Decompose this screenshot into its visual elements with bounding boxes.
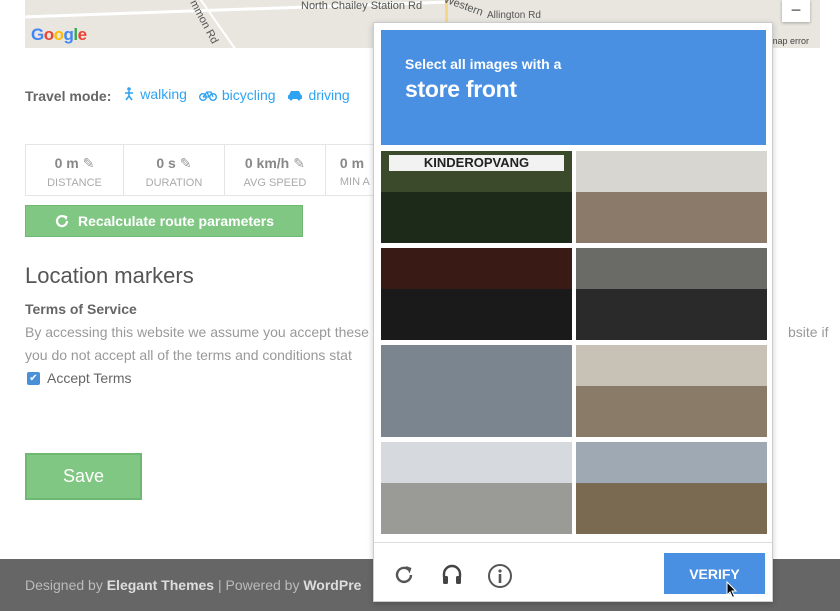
- captcha-tile-grey-wall[interactable]: [381, 345, 572, 437]
- terms-text-tail: bsite if: [788, 324, 829, 340]
- reload-icon[interactable]: [391, 563, 417, 589]
- recalculate-route-label: Recalculate route parameters: [77, 213, 275, 229]
- terms-text-line: By accessing this website we assume you …: [25, 324, 369, 340]
- stat-distance: 0 m ✎ DISTANCE: [26, 145, 124, 195]
- map-zoom-out-button[interactable]: −: [782, 0, 810, 22]
- save-button[interactable]: Save: [25, 453, 142, 500]
- travel-mode-label: Travel mode:: [25, 88, 112, 104]
- stat-duration: 0 s ✎ DURATION: [124, 145, 225, 195]
- tile-image-upper: [381, 345, 572, 387]
- footer-platform-link[interactable]: WordPre: [303, 577, 361, 593]
- travel-mode-walking[interactable]: walking: [123, 86, 187, 102]
- tile-shop-sign: KINDEROPVANG: [389, 155, 564, 171]
- tile-image-upper: [576, 442, 767, 484]
- google-logo: Google: [31, 25, 87, 44]
- stat-distance-label: DISTANCE: [47, 177, 102, 189]
- tile-image-lower: [576, 192, 767, 243]
- terms-title: Terms of Service: [25, 301, 137, 317]
- tile-image-lower: [576, 483, 767, 534]
- map-road-label: North Chailey Station Rd: [301, 0, 423, 12]
- map-error-link[interactable]: map error: [770, 36, 809, 46]
- stat-avg-speed-label: AVG SPEED: [243, 177, 307, 189]
- captcha-tile-supermat[interactable]: [576, 151, 767, 243]
- captcha-tile-house-brick[interactable]: [576, 345, 767, 437]
- captcha-tile-house-hills[interactable]: [576, 442, 767, 534]
- captcha-header: Select all images with a store front: [381, 30, 766, 145]
- edit-pencil-icon[interactable]: ✎: [180, 155, 192, 171]
- travel-mode-row: Travel mode: walking bicycling driving: [25, 86, 350, 104]
- stat-avg-speed-value: 0 km/h: [244, 155, 290, 171]
- travel-mode-driving[interactable]: driving: [287, 87, 350, 103]
- bicycle-icon: [198, 91, 217, 101]
- captcha-tile-caravan[interactable]: [381, 442, 572, 534]
- car-icon: [288, 91, 303, 101]
- recaptcha-challenge: Select all images with a store front VER…: [373, 22, 773, 602]
- travel-mode-bicycling[interactable]: bicycling: [198, 87, 276, 103]
- map-road-label: Allington Rd: [487, 10, 541, 21]
- tile-image-upper: [576, 248, 767, 290]
- tile-image-lower: [576, 386, 767, 437]
- tile-image-lower: [381, 386, 572, 437]
- accept-terms-checkbox[interactable]: ✔ Accept Terms: [27, 370, 132, 386]
- tile-image-lower: [381, 192, 572, 243]
- accept-terms-label: Accept Terms: [47, 370, 132, 386]
- travel-mode-walking-label: walking: [140, 86, 187, 102]
- tile-image-upper: [381, 248, 572, 290]
- tile-image-upper: [576, 345, 767, 387]
- verify-button[interactable]: VERIFY: [664, 553, 765, 594]
- tile-image-upper: [576, 151, 767, 193]
- walking-icon: [125, 87, 134, 101]
- stat-duration-value: 0 s: [156, 155, 176, 171]
- captcha-instruction: Select all images with a: [405, 56, 562, 72]
- terms-text-line: you do not accept all of the terms and c…: [25, 347, 352, 363]
- stat-avg-speed: 0 km/h ✎ AVG SPEED: [225, 145, 326, 195]
- captcha-target: store front: [405, 76, 517, 102]
- footer-designer-link[interactable]: Elegant Themes: [107, 577, 214, 593]
- captcha-tile-shop-street[interactable]: [576, 248, 767, 340]
- audio-icon[interactable]: [439, 563, 465, 589]
- edit-pencil-icon[interactable]: ✎: [293, 155, 305, 171]
- travel-mode-bicycling-label: bicycling: [221, 87, 276, 103]
- tile-image-lower: [381, 483, 572, 534]
- checkbox-checked-icon[interactable]: ✔: [27, 371, 40, 385]
- captcha-tile-cafe-night[interactable]: [381, 248, 572, 340]
- stat-distance-value: 0 m: [54, 155, 79, 171]
- stat-duration-label: DURATION: [145, 177, 203, 189]
- tile-image-upper: [381, 442, 572, 484]
- travel-mode-driving-label: driving: [308, 87, 350, 103]
- tile-image-lower: [381, 289, 572, 340]
- captcha-footer: VERIFY: [374, 542, 772, 602]
- captcha-tile-kinderopvang[interactable]: KINDEROPVANG: [381, 151, 572, 243]
- info-icon[interactable]: [487, 563, 513, 589]
- refresh-icon: [55, 214, 69, 228]
- mouse-cursor-icon: [726, 581, 738, 599]
- recalculate-route-button[interactable]: Recalculate route parameters: [25, 205, 303, 237]
- footer-separator: | Powered by: [217, 577, 300, 593]
- tile-image-lower: [576, 289, 767, 340]
- location-markers-heading: Location markers: [25, 263, 194, 288]
- footer-designed-by: Designed by: [25, 577, 103, 593]
- edit-pencil-icon[interactable]: ✎: [83, 155, 95, 171]
- route-stats: 0 m ✎ DISTANCE 0 s ✎ DURATION 0 km/h ✎ AVG …: [25, 144, 425, 196]
- map-road-label: Western: [442, 0, 485, 19]
